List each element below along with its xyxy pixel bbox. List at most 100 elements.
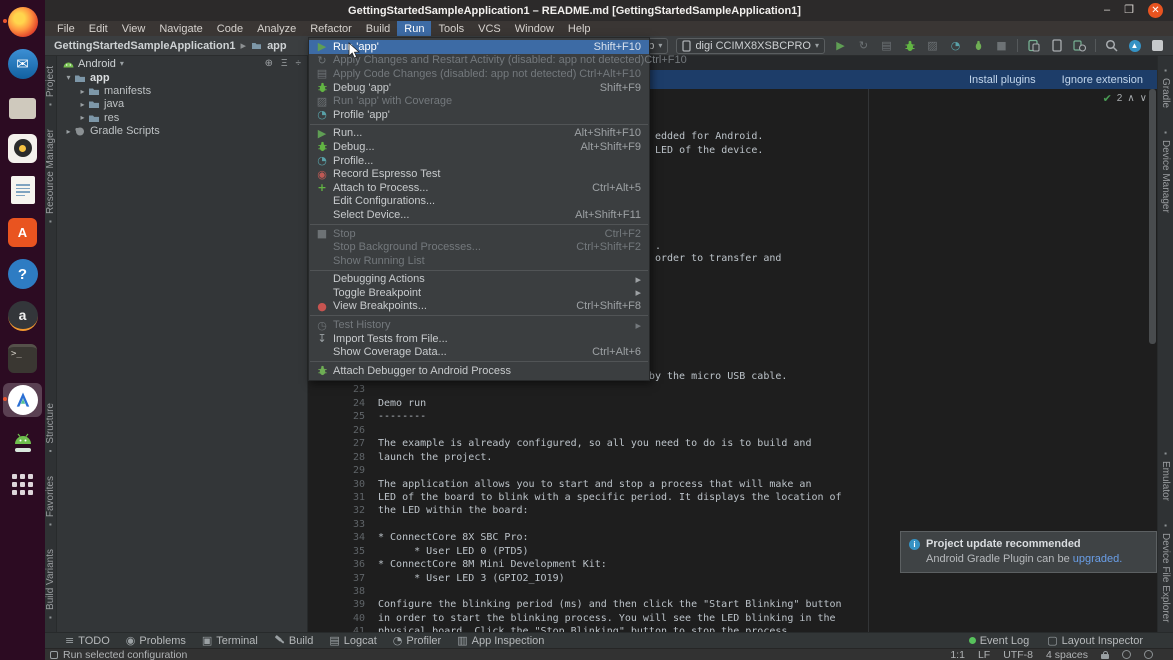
- breadcrumb-module[interactable]: app: [267, 40, 287, 52]
- menu-run[interactable]: Run: [397, 21, 431, 36]
- tree-item-gradle-scripts[interactable]: ▸Gradle Scripts: [57, 125, 307, 138]
- collapse-all-icon[interactable]: Ξ: [281, 58, 288, 69]
- scrollbar-thumb[interactable]: [1149, 89, 1156, 344]
- tool-strip-project[interactable]: ▪Project: [45, 66, 56, 109]
- toolwindow-button-build[interactable]: Build: [274, 635, 313, 647]
- editor-line[interactable]: 40in order to start the blinking process…: [308, 613, 1157, 626]
- ide-update-icon[interactable]: ▲: [1127, 38, 1142, 53]
- run-menu-item-attach-debugger-to-android-process[interactable]: Attach Debugger to Android Process: [309, 364, 649, 378]
- breadcrumb-project[interactable]: GettingStartedSampleApplication1: [54, 40, 236, 52]
- search-everywhere-button[interactable]: [1104, 38, 1119, 53]
- inspection-widget[interactable]: ✔ 2 ∧ ∨: [1103, 93, 1147, 104]
- toolwindow-button-layout-inspector[interactable]: ▢Layout Inspector: [1047, 635, 1143, 647]
- tree-item-res[interactable]: ▸res: [57, 111, 307, 124]
- chevron-right-icon[interactable]: ▸: [77, 113, 88, 122]
- device-selector[interactable]: digi CCIMX8XSBCPRO ▾: [676, 38, 825, 54]
- prev-issue-icon[interactable]: ∧: [1127, 93, 1134, 104]
- minimize-button[interactable]: –: [1104, 5, 1110, 16]
- editor-line[interactable]: 38: [308, 586, 1157, 599]
- dock-item-terminal[interactable]: >_: [3, 341, 42, 375]
- profile-button[interactable]: ◔: [948, 38, 963, 53]
- editor-line[interactable]: 29: [308, 465, 1157, 478]
- toolwindow-button-logcat[interactable]: ▤Logcat: [329, 635, 376, 647]
- dock-item-amazon[interactable]: a: [3, 299, 42, 333]
- status-indicator-icon[interactable]: [1122, 650, 1131, 659]
- toolwindow-button-todo[interactable]: ≡TODO: [65, 635, 110, 647]
- editor-line[interactable]: 30The application allows you to start an…: [308, 479, 1157, 492]
- tree-item-app[interactable]: ▾app: [57, 71, 307, 84]
- run-menu-item-run[interactable]: ▶Run...Alt+Shift+F10: [309, 127, 649, 141]
- apply-changes-button[interactable]: ↻: [856, 38, 871, 53]
- menu-tools[interactable]: Tools: [431, 21, 471, 36]
- menu-code[interactable]: Code: [210, 21, 250, 36]
- toolwindow-button-terminal[interactable]: ▣Terminal: [202, 635, 258, 647]
- editor-line[interactable]: 23: [308, 384, 1157, 397]
- run-menu-item-profile-app[interactable]: ◔Profile 'app': [309, 108, 649, 122]
- run-menu-item-import-tests-from-file[interactable]: ↧Import Tests from File...: [309, 332, 649, 346]
- attach-debugger-button[interactable]: [971, 38, 986, 53]
- run-menu-item-show-coverage-data[interactable]: Show Coverage Data...Ctrl+Alt+6: [309, 345, 649, 359]
- run-menu-item-debug[interactable]: Debug...Alt+Shift+F9: [309, 140, 649, 154]
- dock-item-libreoffice-writer[interactable]: [3, 173, 42, 207]
- toolwindow-button-app-inspection[interactable]: ▥App Inspection: [457, 635, 544, 647]
- hide-panel-icon[interactable]: ÷: [296, 58, 302, 69]
- run-menu-item-view-breakpoints[interactable]: ●View Breakpoints...Ctrl+Shift+F8: [309, 300, 649, 314]
- menu-file[interactable]: File: [50, 21, 82, 36]
- tool-strip-structure[interactable]: ▪Structure: [45, 403, 56, 456]
- next-issue-icon[interactable]: ∨: [1140, 93, 1147, 104]
- run-menu-item-toggle-breakpoint[interactable]: Toggle Breakpoint▸: [309, 286, 649, 300]
- run-menu-item-debugging-actions[interactable]: Debugging Actions▸: [309, 273, 649, 287]
- avd-manager-button[interactable]: [1049, 38, 1064, 53]
- run-menu-item-record-espresso-test[interactable]: ◉Record Espresso Test: [309, 167, 649, 181]
- run-button[interactable]: ▶: [833, 38, 848, 53]
- dock-item-help[interactable]: ?: [3, 257, 42, 291]
- editor-line[interactable]: 31LED of the board to blink with a speci…: [308, 492, 1157, 505]
- editor-line[interactable]: 27The example is already configured, so …: [308, 438, 1157, 451]
- menu-edit[interactable]: Edit: [82, 21, 115, 36]
- menu-vcs[interactable]: VCS: [471, 21, 508, 36]
- debug-button[interactable]: [902, 38, 917, 53]
- dock-item-android-emulator[interactable]: [3, 425, 42, 459]
- run-menu-item-debug-app[interactable]: Debug 'app'Shift+F9: [309, 81, 649, 95]
- chevron-right-icon[interactable]: ▸: [63, 127, 74, 136]
- menu-navigate[interactable]: Navigate: [152, 21, 209, 36]
- status-indicator-icon[interactable]: [1144, 650, 1153, 659]
- banner-action-ignore-extension[interactable]: Ignore extension: [1062, 74, 1143, 86]
- run-menu-item-profile[interactable]: ◔Profile...: [309, 154, 649, 168]
- project-view-selector[interactable]: Android: [78, 58, 116, 70]
- tool-strip-device-file-explorer[interactable]: ▪Device File Explorer: [1160, 521, 1171, 622]
- chevron-right-icon[interactable]: ▸: [77, 100, 88, 109]
- status-segment-utf-8[interactable]: UTF-8: [1003, 649, 1033, 660]
- dock-item-android-studio[interactable]: [3, 383, 42, 417]
- menu-analyze[interactable]: Analyze: [250, 21, 303, 36]
- toolwindow-button-problems[interactable]: ◉Problems: [126, 635, 186, 647]
- chevron-right-icon[interactable]: ▸: [77, 87, 88, 96]
- run-menu-item-select-device[interactable]: Select Device...Alt+Shift+F11: [309, 208, 649, 222]
- toolwindow-button-profiler[interactable]: ◔Profiler: [393, 635, 441, 647]
- run-menu-item-edit-configurations[interactable]: Edit Configurations...: [309, 195, 649, 209]
- tree-item-java[interactable]: ▸java: [57, 98, 307, 111]
- coverage-button[interactable]: ▨: [925, 38, 940, 53]
- chevron-down-icon[interactable]: ▾: [63, 73, 74, 82]
- status-segment-1-1[interactable]: 1:1: [950, 649, 965, 660]
- dock-item-ubuntu-software[interactable]: A: [3, 215, 42, 249]
- tree-item-manifests[interactable]: ▸manifests: [57, 84, 307, 97]
- editor-line[interactable]: 26: [308, 425, 1157, 438]
- editor-line[interactable]: 37 * User LED 3 (GPIO2_IO19): [308, 573, 1157, 586]
- locate-file-icon[interactable]: ⊕: [265, 58, 273, 69]
- upgrade-link[interactable]: upgraded.: [1073, 553, 1123, 565]
- tool-strip-favorites[interactable]: ▪Favorites: [45, 476, 56, 529]
- tool-strip-device-manager[interactable]: ▪Device Manager: [1160, 128, 1171, 213]
- run-menu-item-attach-to-process[interactable]: +Attach to Process...Ctrl+Alt+5: [309, 181, 649, 195]
- editor-line[interactable]: 39Configure the blinking period (ms) and…: [308, 599, 1157, 612]
- status-segment-4-spaces[interactable]: 4 spaces: [1046, 649, 1088, 660]
- menu-view[interactable]: View: [115, 21, 153, 36]
- menu-refactor[interactable]: Refactor: [303, 21, 359, 36]
- notifications-button[interactable]: [1150, 38, 1165, 53]
- close-button[interactable]: ✕: [1148, 3, 1163, 18]
- toolwindow-button-event-log[interactable]: Event Log: [969, 635, 1030, 647]
- editor-line[interactable]: 32the LED within the board:: [308, 505, 1157, 518]
- tool-strip-build-variants[interactable]: ▪Build Variants: [45, 549, 56, 622]
- editor-line[interactable]: 28launch the project.: [308, 452, 1157, 465]
- menu-build[interactable]: Build: [359, 21, 397, 36]
